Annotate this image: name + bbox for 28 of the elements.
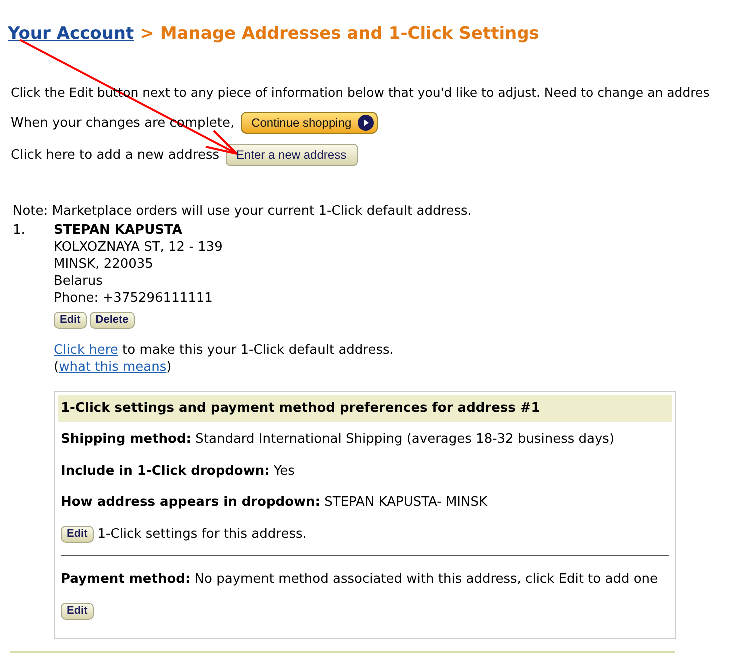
- enter-address-button[interactable]: Enter a new address: [226, 144, 358, 166]
- edit-button[interactable]: Edit: [54, 312, 87, 329]
- address-line: Belarus: [54, 272, 104, 290]
- note-text: Note: Marketplace orders will use your current 1-Click default address.: [12, 203, 473, 222]
- address-number: 1.: [13, 222, 26, 240]
- breadcrumb-separator: >: [140, 23, 154, 46]
- edit-button[interactable]: Edit: [61, 526, 94, 543]
- what-this-means-link[interactable]: what this means: [59, 360, 167, 375]
- what-this-means-text: (what this means): [54, 358, 173, 376]
- settings-edit-text: 1-Click settings for this address.: [98, 526, 307, 544]
- address-name: STEPAN KAPUSTA: [54, 222, 184, 239]
- play-icon: [358, 115, 374, 132]
- setting-text: How address appears in dropdown: STEPAN KAPUSTA- MINSK: [61, 494, 489, 512]
- address-line: Phone: +375296111111: [54, 290, 214, 307]
- address-line: KOLXOZNAYA ST, 12 - 139: [54, 238, 224, 256]
- page-title: Manage Addresses and 1-Click Settings: [160, 23, 540, 46]
- edit-button[interactable]: Delete: [90, 312, 135, 329]
- click-here-link[interactable]: Click here: [54, 342, 118, 358]
- payment-text: Payment method: No payment method associated with this address, click Edit to add one: [61, 571, 660, 590]
- default-address-text: Click here to make this your 1-Click default address.: [54, 342, 394, 359]
- edit-button[interactable]: Edit: [61, 602, 94, 620]
- continue-shopping-button[interactable]: Continue shopping: [240, 112, 378, 134]
- new-address-text: Click here to add a new address: [11, 146, 220, 164]
- setting-text: Include in 1-Click dropdown: Yes: [61, 462, 296, 481]
- setting-text: Shipping method: Standard International Shipping (averages 18-32 business days): [61, 431, 616, 450]
- panel-header: 1-Click settings and payment method preferences for address #1: [58, 394, 672, 422]
- address-line: MINSK, 220035: [54, 256, 154, 273]
- account-link[interactable]: Your Account: [8, 22, 134, 48]
